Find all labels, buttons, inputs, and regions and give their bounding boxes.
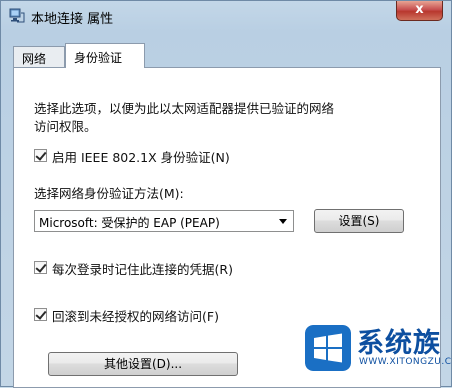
window-title: 本地连接 属性 xyxy=(31,12,114,27)
network-connection-icon xyxy=(9,8,25,23)
watermark-url: WWW.XITONGZU.COM xyxy=(359,357,452,367)
remember-credentials-label[interactable]: 每次登录时记住此连接的凭据(R) xyxy=(52,259,233,278)
dropdown-arrow-icon xyxy=(279,219,287,224)
description-text-line1: 选择此选项，以便为此以太网适配器提供已验证的网络 xyxy=(34,101,335,116)
fallback-unauthorized-label[interactable]: 回滚到未经授权的网络访问(F) xyxy=(52,306,219,325)
enable-8021x-checkbox[interactable] xyxy=(34,149,47,162)
title-bar[interactable]: 本地连接 属性 x xyxy=(1,1,451,33)
remember-credentials-checkbox[interactable] xyxy=(34,261,47,274)
tab-strip: 网络 身份验证 xyxy=(13,43,443,68)
fallback-unauthorized-checkbox[interactable] xyxy=(34,308,47,321)
watermark: 系统族 WWW.XITONGZU.COM xyxy=(299,319,452,388)
description-text-line2: 访问权限。 xyxy=(34,119,97,134)
tab-network[interactable]: 网络 xyxy=(13,46,65,67)
auth-method-select[interactable]: Microsoft: 受保护的 EAP (PEAP) xyxy=(34,210,294,232)
watermark-title: 系统族 xyxy=(357,328,441,359)
enable-8021x-label[interactable]: 启用 IEEE 802.1X 身份验证(N) xyxy=(52,147,230,166)
close-button[interactable]: x xyxy=(396,1,443,21)
auth-method-value: Microsoft: 受保护的 EAP (PEAP) xyxy=(39,216,220,230)
windows-logo-icon xyxy=(305,325,351,371)
method-label: 选择网络身份验证方法(M): xyxy=(34,186,184,201)
other-settings-button[interactable]: 其他设置(D)... xyxy=(48,352,238,376)
properties-dialog: 本地连接 属性 x 网络 身份验证 选择此选项，以便为此以太网适配器提供已验证的… xyxy=(0,0,452,388)
settings-button[interactable]: 设置(S) xyxy=(314,209,404,233)
tab-authentication[interactable]: 身份验证 xyxy=(65,43,145,68)
